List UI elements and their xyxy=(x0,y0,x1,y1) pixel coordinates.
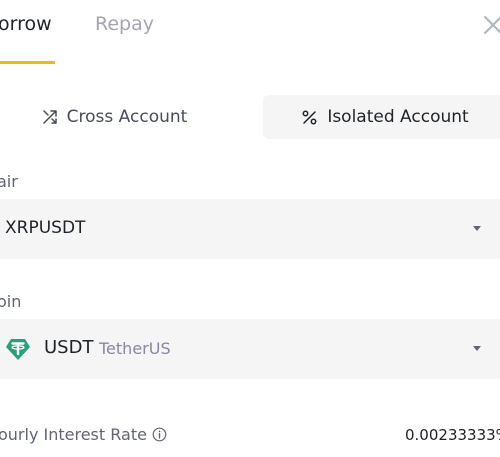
interest-rate-value: 0.00233333% xyxy=(405,426,500,444)
cross-account-label: Cross Account xyxy=(66,107,188,127)
active-tab-indicator xyxy=(0,61,55,64)
chevron-down-icon xyxy=(473,226,481,231)
coin-select[interactable]: USDT TetherUS xyxy=(0,319,500,379)
tab-borrow[interactable]: orrow xyxy=(0,12,52,36)
pair-select[interactable]: XRPUSDT xyxy=(0,199,500,259)
tether-logo-icon xyxy=(6,339,30,360)
info-icon[interactable] xyxy=(152,427,167,442)
chevron-down-icon xyxy=(473,346,481,351)
cross-arrows-icon xyxy=(42,110,57,124)
coin-symbol: USDT xyxy=(44,337,94,358)
coin-name: TetherUS xyxy=(99,339,171,358)
interest-rate-label: ourly Interest Rate xyxy=(0,425,167,444)
percent-icon xyxy=(302,110,317,124)
isolated-account-button[interactable]: Isolated Account xyxy=(263,95,500,139)
pair-value: XRPUSDT xyxy=(5,218,86,238)
close-icon[interactable] xyxy=(482,14,500,36)
cross-account-button[interactable]: Cross Account xyxy=(0,95,240,139)
isolated-account-label: Isolated Account xyxy=(327,107,469,127)
interest-rate-label-text: ourly Interest Rate xyxy=(0,425,147,444)
pair-label: air xyxy=(0,172,18,191)
tab-repay[interactable]: Repay xyxy=(95,12,154,36)
coin-label: oin xyxy=(0,292,22,311)
